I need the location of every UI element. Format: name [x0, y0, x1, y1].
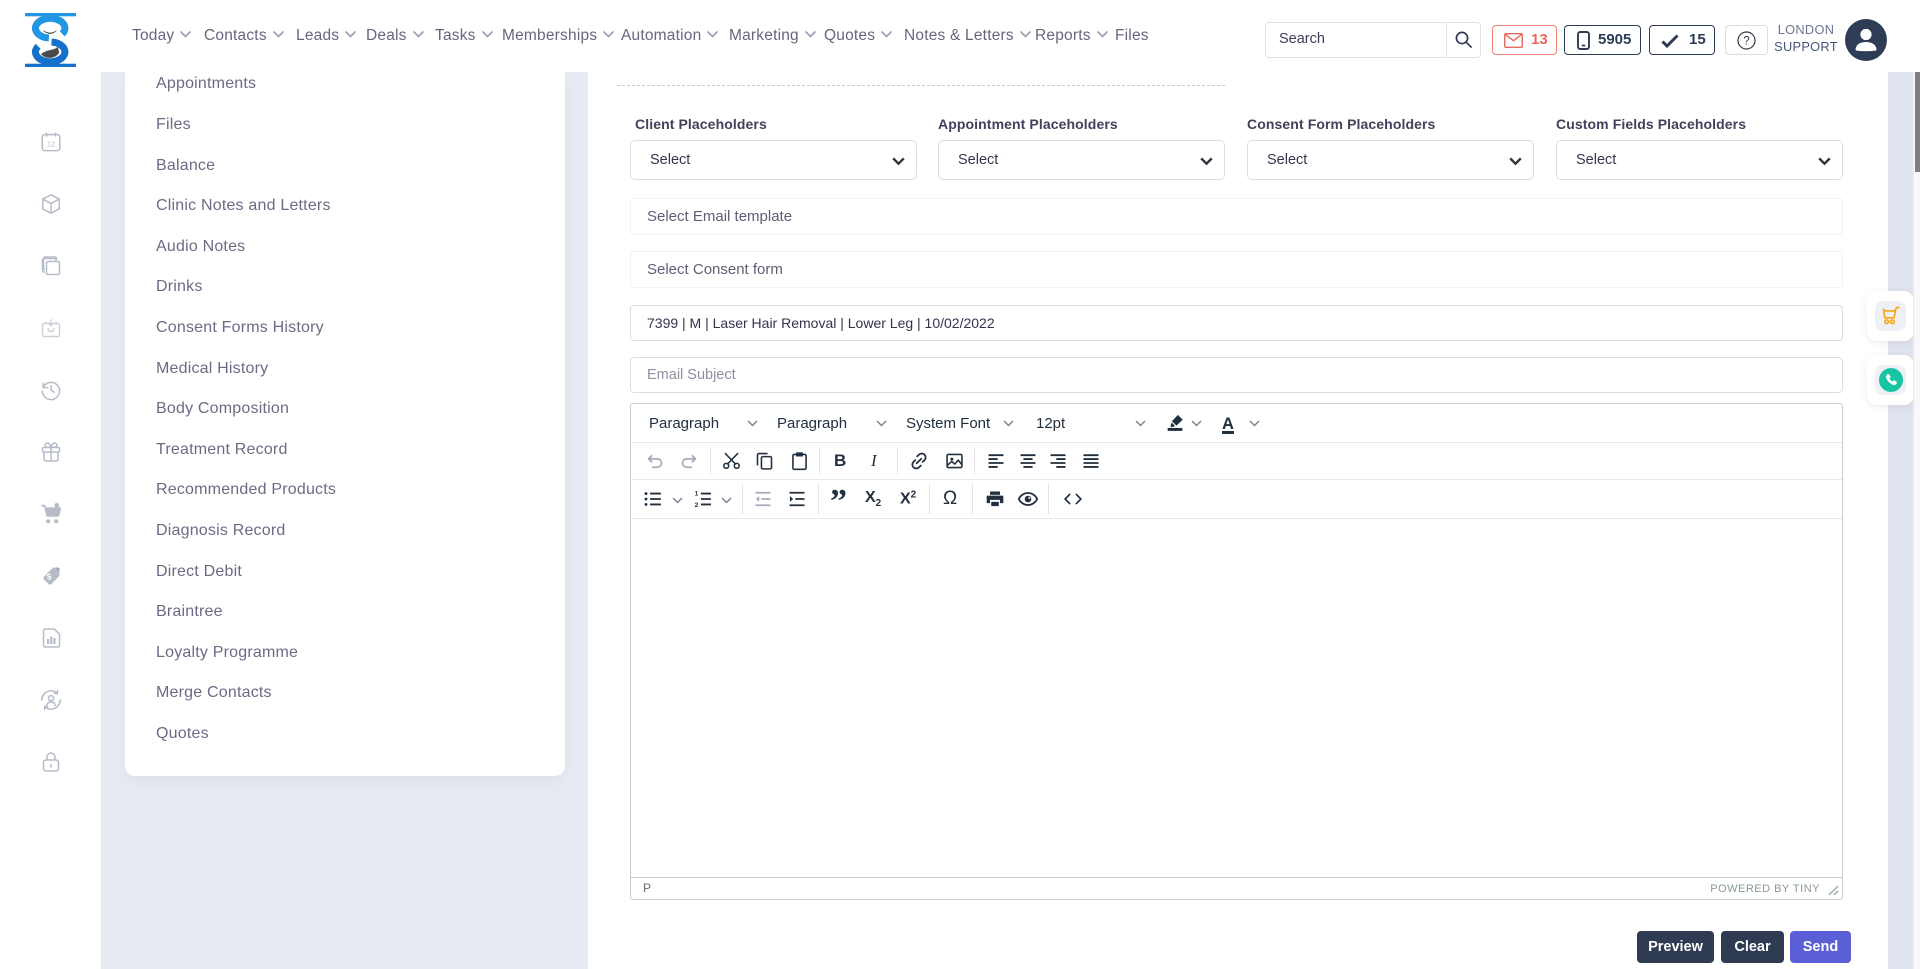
svg-text:12: 12 [47, 139, 55, 148]
svg-text:1: 1 [695, 491, 699, 498]
svg-text:2: 2 [695, 502, 699, 509]
svg-text:?: ? [1743, 36, 1749, 48]
